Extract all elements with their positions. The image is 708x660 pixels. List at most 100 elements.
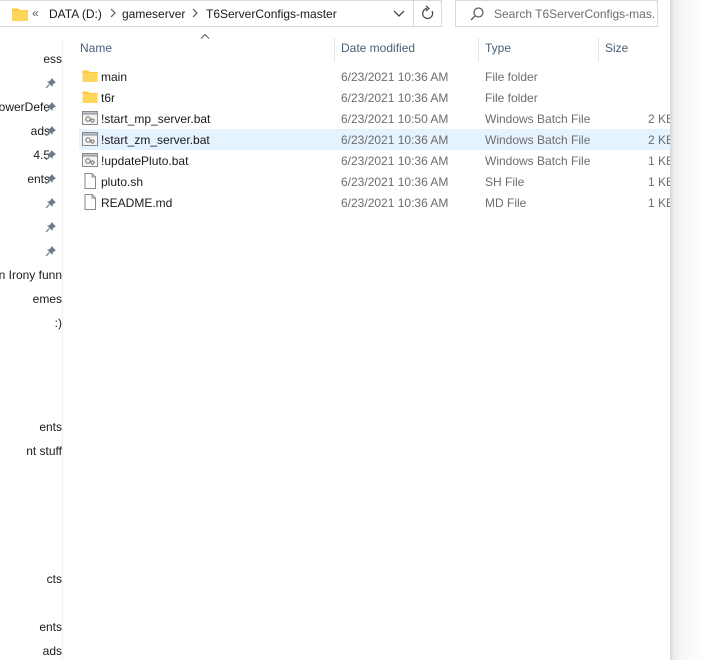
column-divider[interactable] — [478, 38, 479, 62]
breadcrumb-overflow-button[interactable]: « — [32, 6, 39, 20]
file-type: Windows Batch File — [485, 154, 591, 168]
refresh-button[interactable] — [413, 1, 441, 26]
breadcrumb-item-drive[interactable]: DATA (D:) — [49, 7, 102, 21]
file-size: 1 KB — [648, 154, 670, 168]
file-type: Windows Batch File — [485, 133, 591, 147]
file-size: 1 KB — [648, 196, 670, 210]
batch-file-icon — [82, 132, 98, 146]
nav-item-label: emes — [32, 292, 62, 306]
file-name: !updatePluto.bat — [101, 154, 189, 168]
file-icon — [84, 173, 96, 189]
file-explorer-window: « DATA (D:) gameserver T6ServerConfigs-m… — [0, 0, 670, 660]
nav-item[interactable]: ads — [0, 120, 62, 142]
nav-item[interactable]: n Irony funn — [0, 264, 62, 286]
nav-item-label: ess — [43, 52, 62, 66]
pin-icon[interactable] — [45, 221, 57, 233]
search-input[interactable] — [494, 4, 656, 23]
file-row[interactable]: !updatePluto.bat 6/23/2021 10:36 AM Window… — [79, 150, 670, 171]
file-row[interactable]: README.md 6/23/2021 10:36 AM MD File 1 KB — [79, 192, 670, 213]
column-header-name[interactable]: Name — [80, 41, 112, 55]
file-type: MD File — [485, 196, 527, 210]
file-icon — [84, 194, 96, 210]
file-name: t6r — [101, 91, 116, 105]
nav-item-label: owerDefe — [0, 100, 50, 114]
breadcrumb-item-current-folder[interactable]: T6ServerConfigs-master — [206, 7, 337, 21]
folder-icon — [82, 91, 98, 103]
file-row[interactable]: t6r 6/23/2021 10:36 AM File folder — [79, 87, 670, 108]
file-type: Windows Batch File — [485, 112, 591, 126]
file-date-modified: 6/23/2021 10:36 AM — [341, 175, 449, 189]
file-row[interactable]: !start_mp_server.bat 6/23/2021 10:50 AM Wi… — [79, 108, 670, 129]
file-name: pluto.sh — [101, 175, 144, 189]
file-date-modified: 6/23/2021 10:36 AM — [341, 70, 449, 84]
file-date-modified: 6/23/2021 10:36 AM — [341, 91, 449, 105]
nav-item[interactable]: ents — [0, 168, 62, 190]
column-header-date-modified[interactable]: Date modified — [341, 41, 415, 55]
file-date-modified: 6/23/2021 10:36 AM — [341, 133, 449, 147]
nav-item[interactable]: 4.5 — [0, 144, 62, 166]
file-date-modified: 6/23/2021 10:36 AM — [341, 154, 449, 168]
window-shadow — [670, 0, 708, 660]
file-type: SH File — [485, 175, 525, 189]
nav-item-label: ents — [39, 420, 62, 434]
nav-item[interactable]: ents — [0, 416, 62, 438]
nav-item[interactable]: ents — [0, 616, 62, 638]
nav-item-label: cts — [46, 572, 62, 586]
chevron-right-icon[interactable] — [189, 5, 201, 21]
breadcrumb-item-gameserver[interactable]: gameserver — [122, 7, 185, 21]
nav-item[interactable] — [0, 216, 62, 238]
file-size: 2 KB — [648, 112, 670, 126]
nav-item[interactable] — [0, 192, 62, 214]
search-icon — [470, 7, 484, 21]
pin-icon[interactable] — [45, 197, 57, 209]
folder-icon — [12, 8, 28, 21]
sort-ascending-icon — [200, 33, 210, 39]
pin-icon[interactable] — [45, 101, 57, 113]
nav-item-label: :) — [54, 316, 62, 330]
nav-item[interactable]: owerDefe — [0, 96, 62, 118]
pin-icon[interactable] — [45, 245, 57, 257]
pin-icon[interactable] — [45, 77, 57, 89]
pin-icon[interactable] — [45, 149, 57, 161]
nav-item[interactable]: cts — [0, 568, 62, 590]
nav-item[interactable]: nt stuff — [0, 440, 62, 462]
refresh-icon — [422, 5, 434, 20]
batch-file-icon — [82, 111, 98, 125]
address-bar[interactable]: « DATA (D:) gameserver T6ServerConfigs-m… — [0, 0, 442, 27]
pin-icon[interactable] — [45, 125, 57, 137]
column-header-size[interactable]: Size — [605, 41, 628, 55]
file-date-modified: 6/23/2021 10:36 AM — [341, 196, 449, 210]
nav-item[interactable] — [0, 72, 62, 94]
folder-icon — [82, 70, 98, 82]
pane-divider[interactable] — [62, 38, 63, 660]
nav-item-label: ads — [42, 644, 62, 658]
column-divider[interactable] — [598, 38, 599, 62]
nav-item-label: nt stuff — [26, 444, 62, 458]
file-row[interactable]: !start_zm_server.bat 6/23/2021 10:36 AM Wi… — [79, 129, 670, 150]
chevron-down-icon[interactable] — [387, 1, 411, 26]
nav-item[interactable]: ess — [0, 48, 62, 70]
file-date-modified: 6/23/2021 10:50 AM — [341, 112, 449, 126]
nav-item[interactable]: ads — [0, 640, 62, 660]
chevron-right-icon[interactable] — [107, 5, 119, 21]
nav-item[interactable] — [0, 240, 62, 262]
file-row[interactable]: main 6/23/2021 10:36 AM File folder — [79, 66, 670, 87]
file-name: README.md — [101, 196, 173, 210]
file-name: !start_zm_server.bat — [101, 133, 210, 147]
file-size: 1 KB — [648, 175, 670, 189]
search-box[interactable] — [455, 0, 658, 27]
nav-item-label: ents — [39, 620, 62, 634]
file-size: 2 KB — [648, 133, 670, 147]
nav-item[interactable]: :) — [0, 312, 62, 334]
file-name: main — [101, 70, 128, 84]
pin-icon[interactable] — [45, 173, 57, 185]
file-type: File folder — [485, 70, 538, 84]
file-name: !start_mp_server.bat — [101, 112, 211, 126]
nav-item[interactable]: emes — [0, 288, 62, 310]
nav-item-label: n Irony funn — [0, 268, 62, 282]
file-row[interactable]: pluto.sh 6/23/2021 10:36 AM SH File 1 KB — [79, 171, 670, 192]
batch-file-icon — [82, 153, 98, 167]
column-divider[interactable] — [334, 38, 335, 62]
column-header-type[interactable]: Type — [485, 41, 511, 55]
navigation-pane[interactable]: ess owerDefe ads 4.5 ents n Irony funn emes:) e… — [0, 38, 62, 660]
